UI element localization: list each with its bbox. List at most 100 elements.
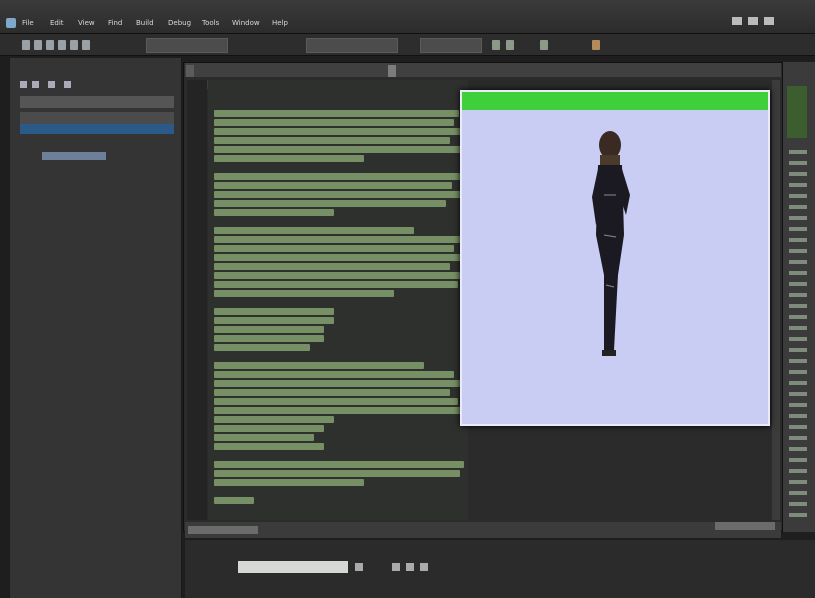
menu-build[interactable]: Build [136,18,154,29]
panel-header-row[interactable] [20,96,174,108]
stop-icon[interactable] [420,563,428,571]
person-figure-icon [592,131,630,356]
code-line [214,200,446,207]
run-icon[interactable] [506,40,514,50]
sidebar-marker [789,425,807,429]
redo-icon[interactable] [82,40,90,50]
menu-tools[interactable]: Tools [202,18,219,29]
undo-icon[interactable] [70,40,78,50]
status-tab[interactable] [188,526,258,534]
play-icon[interactable] [392,563,400,571]
code-line [214,137,450,144]
code-line [214,371,454,378]
status-controls[interactable] [715,522,775,530]
editor-tab-strip [185,63,781,77]
sidebar-marker [789,348,807,352]
sidebar-marker [789,205,807,209]
maximize-icon[interactable] [748,17,758,25]
back-icon[interactable] [20,81,27,88]
sidebar-marker [789,293,807,297]
refresh-icon[interactable] [64,81,71,88]
code-line [214,425,324,432]
forward-icon[interactable] [32,81,39,88]
code-line [214,254,462,261]
code-line [214,389,450,396]
preview-titlebar[interactable] [462,92,768,110]
editor-status-row [185,522,781,538]
minimap[interactable] [787,86,807,138]
new-file-icon[interactable] [22,40,30,50]
code-line [214,110,459,117]
settings-icon[interactable] [592,40,600,50]
tree-selected-row[interactable] [20,124,174,134]
home-icon[interactable] [48,81,55,88]
code-line [214,308,334,315]
code-line [214,128,464,135]
menu-debug[interactable]: Debug [168,18,191,29]
menu-help[interactable]: Help [272,18,288,29]
window-controls [732,17,808,27]
config-dropdown[interactable] [146,38,228,53]
tab-file-1[interactable] [186,65,194,77]
tree-item-highlight[interactable] [42,152,106,160]
code-line [214,416,334,423]
code-line [214,443,324,450]
code-line [214,344,310,351]
sidebar-marker [789,359,807,363]
sidebar-marker [789,502,807,506]
menu-find[interactable]: Find [108,18,122,29]
sidebar-marker [789,194,807,198]
panel-filter-row[interactable] [20,112,174,124]
sidebar-marker [789,315,807,319]
pause-icon[interactable] [406,563,414,571]
code-line [214,281,458,288]
sidebar-marker [789,304,807,308]
sidebar-marker [789,337,807,341]
code-line [214,236,460,243]
save-icon[interactable] [46,40,54,50]
minimize-icon[interactable] [732,17,742,25]
code-line [214,317,334,324]
sidebar-marker [789,403,807,407]
code-line [214,155,364,162]
code-line [214,245,454,252]
open-icon[interactable] [34,40,42,50]
code-line [214,470,460,477]
sidebar-marker [789,271,807,275]
menu-view[interactable]: View [78,18,95,29]
code-line [214,290,394,297]
code-line [214,479,364,486]
sidebar-marker [789,161,807,165]
editor-scrollbar[interactable] [772,80,780,520]
sidebar-marker [789,183,807,187]
code-line [214,335,324,342]
code-line [214,434,314,441]
app-icon [6,18,16,28]
debug-icon[interactable] [540,40,548,50]
sidebar-marker [789,392,807,396]
sidebar-marker [789,172,807,176]
sidebar-marker [789,436,807,440]
search-input[interactable] [420,38,482,53]
sidebar-marker [789,381,807,385]
sidebar-marker [789,238,807,242]
console-input[interactable] [238,561,348,573]
sidebar-marker [789,227,807,231]
build-icon[interactable] [492,40,500,50]
step-icon[interactable] [355,563,363,571]
menu-file[interactable]: File [22,18,34,29]
menu-edit[interactable]: Edit [50,18,64,29]
tab-file-2[interactable] [388,65,396,77]
code-line [214,227,414,234]
menu-window[interactable]: Window [232,18,260,29]
close-icon[interactable] [764,17,774,25]
target-dropdown[interactable] [306,38,398,53]
save-all-icon[interactable] [58,40,66,50]
sidebar-marker [789,491,807,495]
code-line [214,326,324,333]
sidebar-marker [789,249,807,253]
code-line [214,407,464,414]
sidebar-marker [789,414,807,418]
sidebar-marker [789,447,807,451]
sidebar-marker [789,260,807,264]
